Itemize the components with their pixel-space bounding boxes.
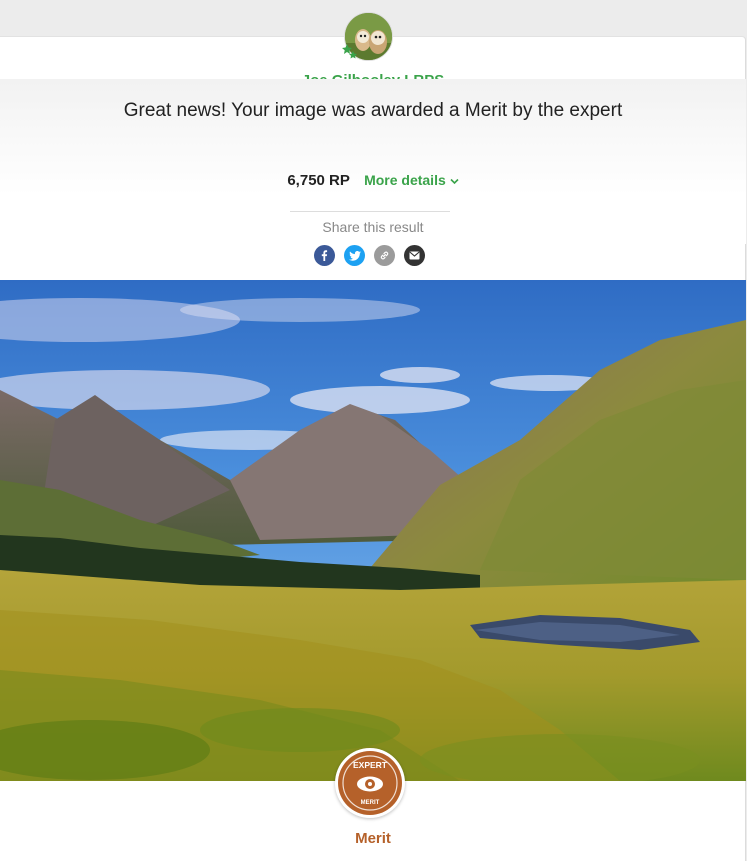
merit-award-badge[interactable]: EXPERT MERIT (335, 748, 405, 818)
link-icon (380, 251, 389, 260)
chevron-down-icon (450, 178, 459, 184)
twitter-share-button[interactable] (344, 245, 365, 266)
share-buttons (314, 245, 425, 266)
points-row: 6,750 RP More details (0, 172, 746, 189)
email-share-button[interactable] (404, 245, 425, 266)
award-headline: Great news! Your image was awarded a Mer… (123, 100, 623, 121)
email-icon (409, 251, 420, 260)
twitter-icon (348, 250, 361, 261)
share-label: Share this result (322, 219, 424, 235)
divider (290, 211, 450, 212)
expert-merit-icon: EXPERT MERIT (338, 751, 402, 815)
award-top-text: EXPERT (353, 760, 388, 770)
copy-link-button[interactable] (374, 245, 395, 266)
awarded-photo[interactable] (0, 280, 746, 781)
reward-points: 6,750 RP (287, 172, 350, 189)
star-badge-icon (342, 44, 357, 59)
more-details-label: More details (364, 172, 446, 188)
award-bottom-text: MERIT (361, 800, 380, 806)
facebook-share-button[interactable] (314, 245, 335, 266)
facebook-icon (321, 250, 328, 261)
award-label: Merit (355, 830, 391, 847)
more-details-link[interactable]: More details (364, 172, 459, 188)
